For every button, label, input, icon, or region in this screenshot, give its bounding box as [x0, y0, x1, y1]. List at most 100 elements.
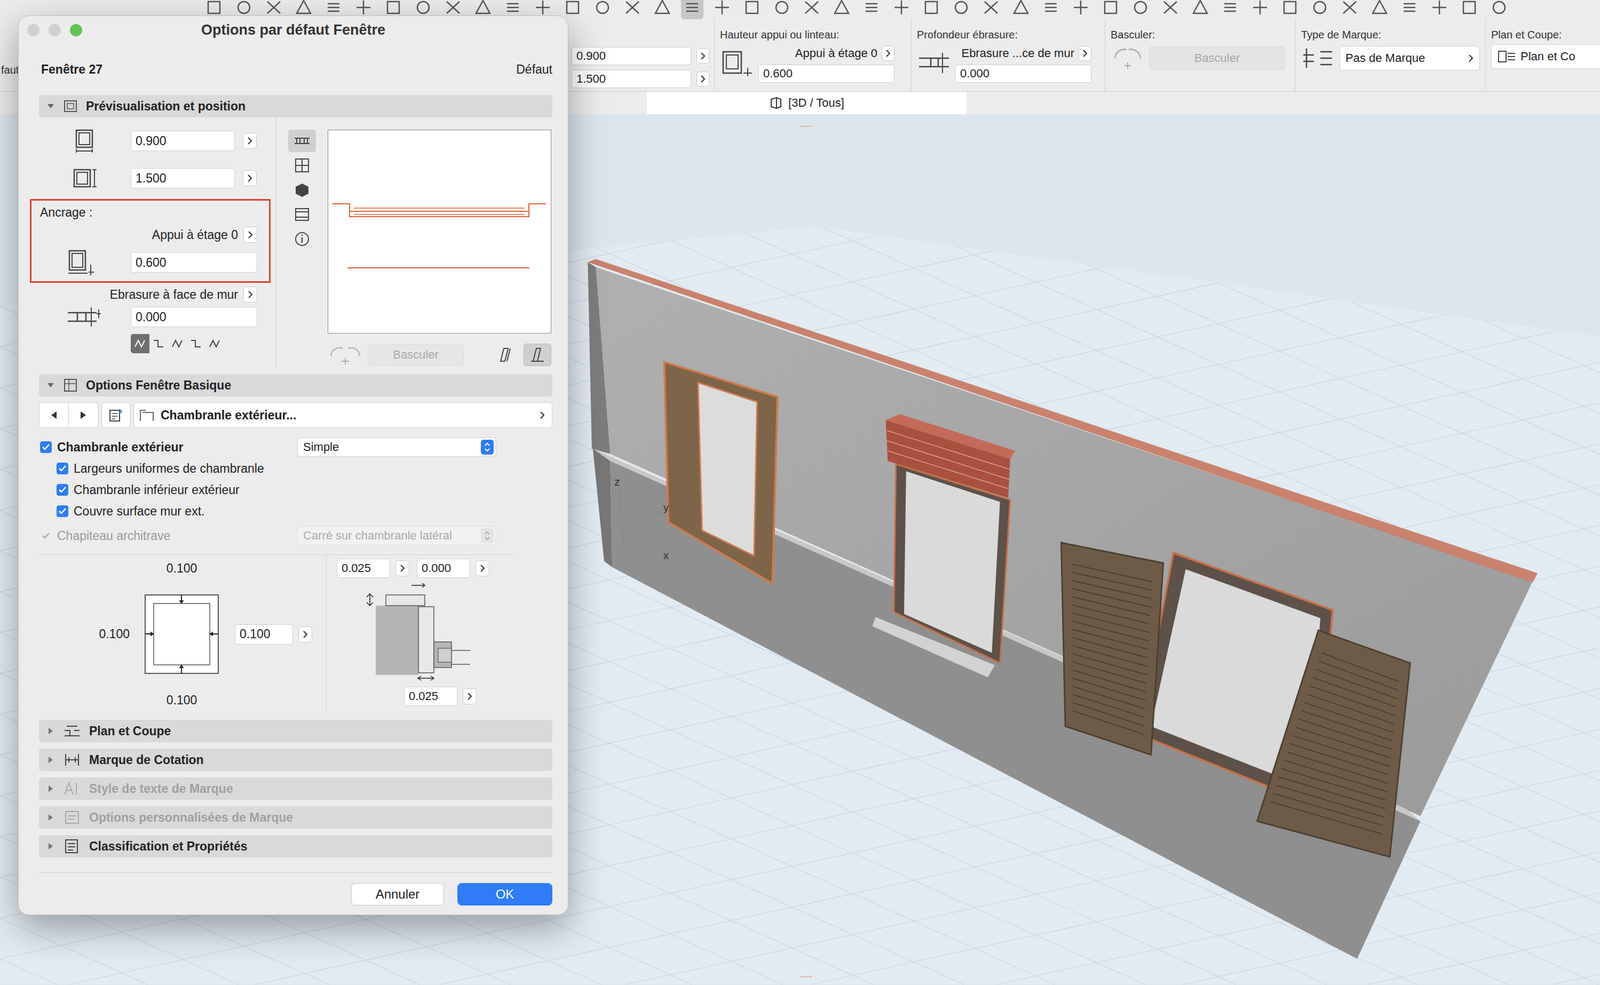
trim-offset-field[interactable]: 0.000 [416, 558, 471, 578]
right-trim-field[interactable]: 0.100 [234, 624, 293, 645]
reveal-mode-menu[interactable]: Ebrasure à face de mur [38, 286, 276, 304]
width-field[interactable]: 0.900 [571, 46, 692, 66]
tool-button[interactable] [770, 0, 794, 20]
reveal-option[interactable] [130, 334, 150, 354]
tool-button[interactable] [1159, 0, 1182, 20]
tool-button[interactable] [1338, 0, 1361, 20]
tool-button[interactable] [680, 0, 704, 20]
tool-button[interactable] [979, 0, 1003, 20]
marker-type-dropdown[interactable]: Pas de Marque [1339, 45, 1480, 71]
tool-button[interactable] [740, 0, 764, 20]
tool-button[interactable] [860, 0, 883, 20]
chevron-button[interactable] [696, 71, 710, 87]
reveal-option[interactable] [206, 334, 225, 354]
checkbox[interactable] [40, 441, 52, 454]
reveal-value-field[interactable]: 0.000 [130, 306, 258, 328]
tool-button[interactable] [1039, 0, 1063, 20]
height-field[interactable]: 1.500 [130, 168, 235, 189]
checkbox[interactable] [40, 529, 52, 542]
section-header[interactable]: Style de texte de Marque [38, 777, 553, 800]
casing-style-select[interactable]: Simple [297, 437, 497, 457]
tool-button[interactable] [1398, 0, 1421, 20]
tool-button[interactable] [561, 0, 584, 20]
tool-button[interactable] [800, 0, 823, 20]
checkbox[interactable] [56, 462, 69, 475]
option-checkbox-row[interactable]: Couvre surface mur ext. [56, 500, 553, 522]
tool-button[interactable] [1009, 0, 1033, 20]
flip-button[interactable]: Basculer [1149, 46, 1286, 70]
side-button[interactable] [523, 343, 552, 367]
tool-button[interactable] [920, 0, 943, 20]
tool-button[interactable] [1428, 0, 1451, 20]
tool-button[interactable] [949, 0, 973, 20]
tool-button[interactable] [1487, 0, 1511, 20]
section-header[interactable]: Classification et Propriétés [38, 835, 553, 858]
traffic-light[interactable] [69, 24, 83, 37]
preview-tab[interactable] [288, 154, 316, 177]
tool-button[interactable] [651, 0, 674, 20]
tool-button[interactable] [621, 0, 644, 20]
anchor-value-field[interactable]: 0.600 [130, 252, 258, 273]
chevron-button[interactable] [462, 688, 477, 705]
reveal-option[interactable] [168, 334, 187, 354]
chevron-button[interactable] [243, 286, 258, 303]
ok-button[interactable]: OK [457, 883, 553, 906]
chevron-button[interactable] [242, 132, 257, 149]
option-checkbox-row[interactable]: Chambranle inférieur extérieur [56, 479, 553, 501]
chevron-button[interactable] [243, 226, 258, 243]
wall[interactable] [587, 258, 1538, 960]
traffic-light[interactable] [27, 24, 40, 37]
option-checkbox-row[interactable]: Largeurs uniformes de chambranle [56, 457, 553, 480]
reveal-option[interactable] [187, 334, 207, 354]
page-list-button[interactable] [101, 402, 131, 429]
anchor-menu[interactable]: Appui à étage 0 [758, 44, 895, 63]
chevron-button[interactable] [475, 560, 490, 577]
flip-button[interactable]: Basculer [367, 344, 464, 366]
window-brick-lintel[interactable] [872, 414, 1016, 678]
next-page-button[interactable] [68, 402, 98, 428]
traffic-light[interactable] [48, 24, 61, 37]
tool-button[interactable] [1458, 0, 1481, 20]
tool-button[interactable] [1069, 0, 1092, 20]
preview-tab[interactable] [288, 129, 316, 153]
tool-button[interactable] [890, 0, 913, 20]
tool-button[interactable] [1189, 0, 1212, 20]
chevron-button[interactable] [1078, 45, 1092, 61]
floor-plan-dropdown[interactable]: Plan et Co [1491, 44, 1600, 69]
window-with-shutters[interactable] [1060, 542, 1411, 858]
reveal-option[interactable] [149, 334, 169, 354]
tool-button[interactable] [591, 0, 614, 20]
chevron-button[interactable] [242, 170, 257, 187]
view-tab[interactable]: [3D / Tous] [646, 91, 967, 115]
height-field[interactable]: 1.500 [571, 69, 692, 89]
window-wood-frame[interactable] [664, 362, 778, 584]
window-default-settings-dialog[interactable]: Options par défaut Fenêtre Fenêtre 27 Dé… [18, 15, 569, 916]
casing-checkbox-row[interactable]: Chambranle extérieur [38, 440, 298, 455]
tool-button[interactable] [1278, 0, 1302, 20]
tool-button[interactable] [830, 0, 853, 20]
value-field[interactable]: 0.000 [955, 64, 1092, 83]
preview-tab[interactable] [288, 227, 316, 251]
title-bar[interactable]: Options par défaut Fenêtre [18, 16, 568, 44]
tool-button[interactable] [1218, 0, 1242, 20]
tool-button[interactable] [710, 0, 734, 20]
cancel-button[interactable]: Annuler [351, 883, 445, 906]
tool-button[interactable] [1308, 0, 1332, 20]
trim-thickness-field[interactable]: 0.025 [336, 558, 391, 578]
section-header[interactable]: Options Fenêtre Basique [38, 374, 553, 397]
tool-button[interactable] [1099, 0, 1122, 20]
preview-tab[interactable] [288, 203, 316, 226]
section-header[interactable]: Plan et Coupe [38, 719, 553, 743]
checkbox[interactable] [56, 484, 69, 496]
chevron-button[interactable] [298, 626, 313, 643]
capital-checkbox-row[interactable]: Chapiteau architrave [38, 528, 298, 544]
value-field[interactable]: 0.600 [758, 64, 895, 83]
chevron-button[interactable] [395, 560, 410, 577]
section-header[interactable]: Options personnalisées de Marque [38, 806, 553, 829]
checkbox[interactable] [56, 505, 69, 518]
section-header[interactable]: Marque de Cotation [38, 748, 553, 772]
anchor-menu[interactable]: Ebrasure ...ce de mur [955, 44, 1092, 63]
page-dropdown[interactable]: Chambranle extérieur... [133, 402, 553, 429]
tool-button[interactable] [1248, 0, 1272, 20]
side-button[interactable] [492, 344, 520, 366]
